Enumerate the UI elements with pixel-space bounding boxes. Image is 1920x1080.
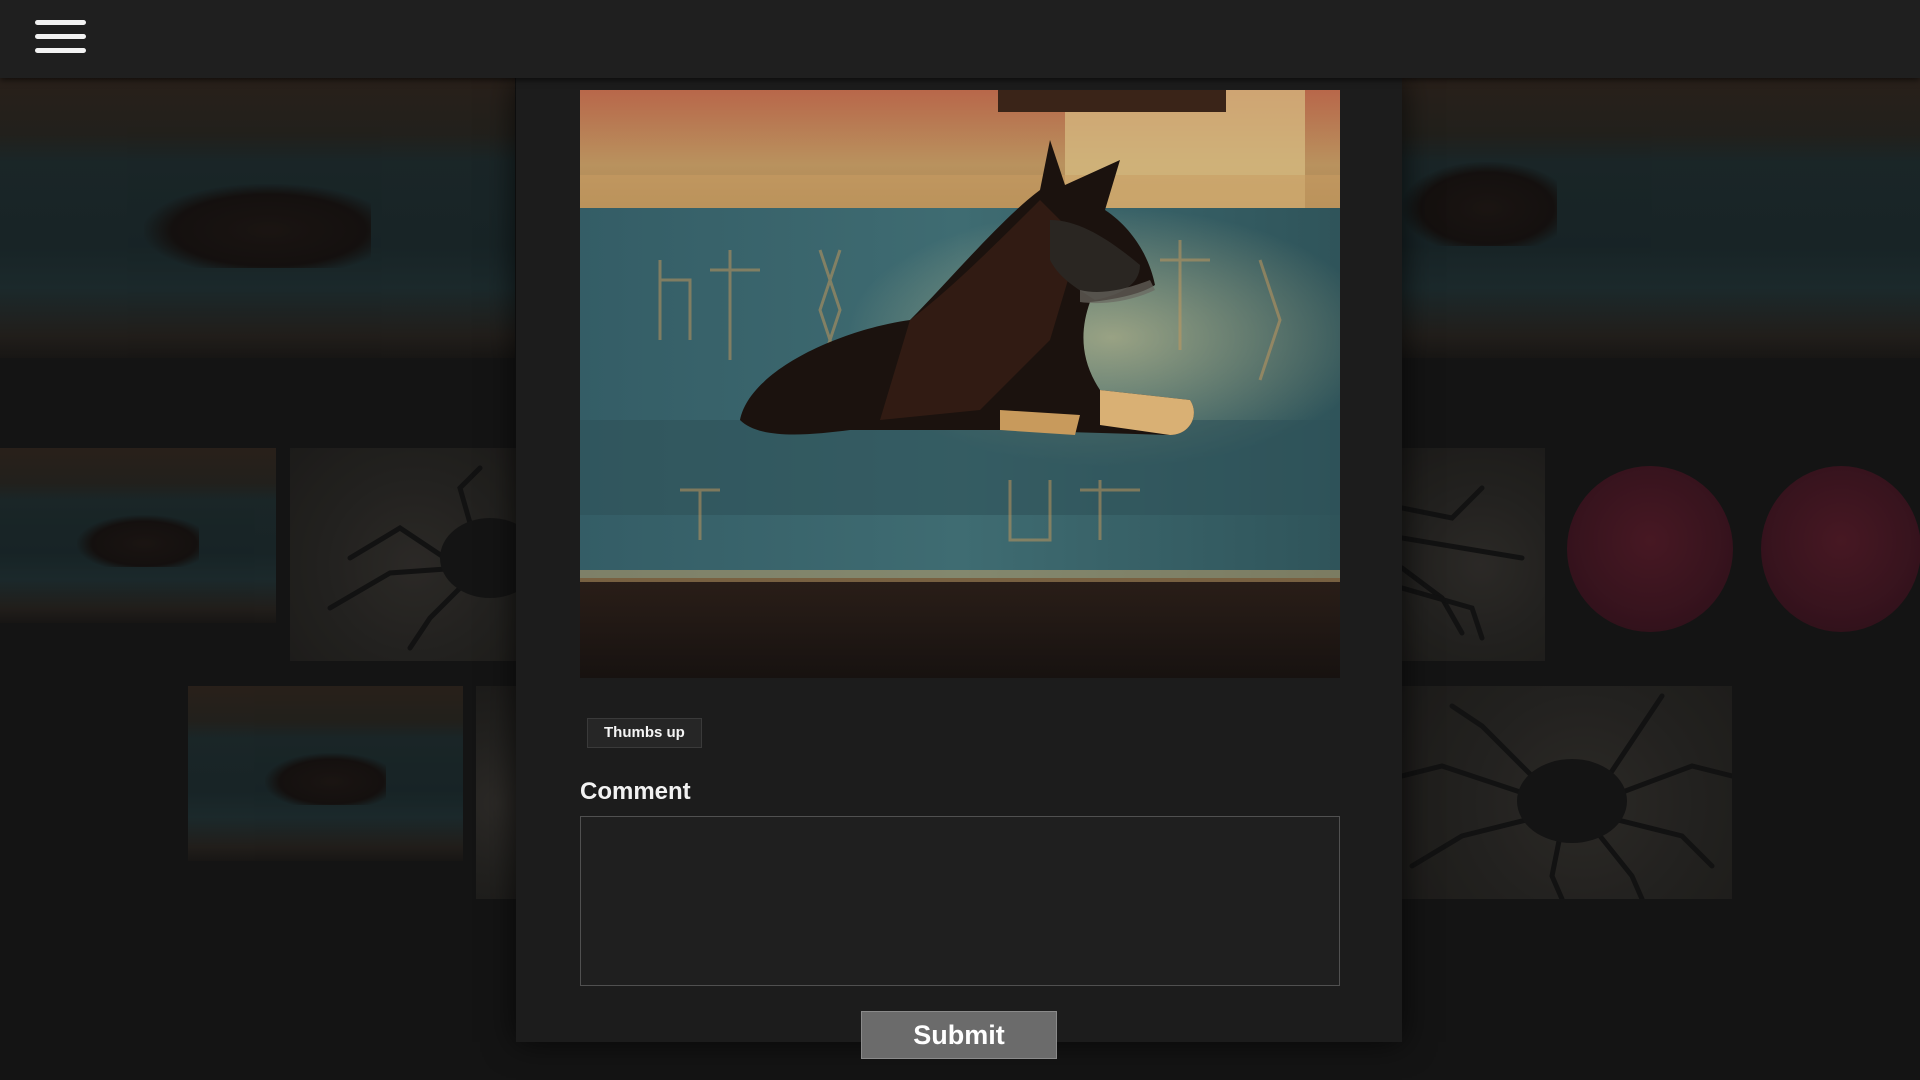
gallery-thumbnail-logo[interactable] <box>1745 448 1920 661</box>
thumbs-up-button[interactable]: Thumbs up <box>587 718 702 748</box>
gallery-thumbnail-spider[interactable] <box>1402 686 1732 899</box>
gallery-thumbnail-spider[interactable] <box>290 448 516 661</box>
gallery-thumbnail-dog[interactable] <box>188 686 463 861</box>
gallery-thumbnail-spider[interactable] <box>476 686 516 899</box>
gallery-thumbnail-dog[interactable] <box>0 448 276 623</box>
comment-input[interactable] <box>580 816 1340 986</box>
gallery-thumbnail-dog[interactable] <box>1402 78 1920 358</box>
gallery-thumbnail-dog[interactable] <box>0 78 515 358</box>
gallery-thumbnail-spider[interactable] <box>1402 448 1545 661</box>
hamburger-menu-icon[interactable] <box>32 18 88 60</box>
submit-button[interactable]: Submit <box>861 1011 1057 1059</box>
top-bar <box>0 0 1920 78</box>
comment-label: Comment <box>580 778 691 805</box>
post-modal: Thumbs up Comment Submit <box>516 78 1402 1059</box>
post-artwork-image <box>580 90 1340 678</box>
gallery-thumbnail-logo[interactable] <box>1555 448 1735 661</box>
